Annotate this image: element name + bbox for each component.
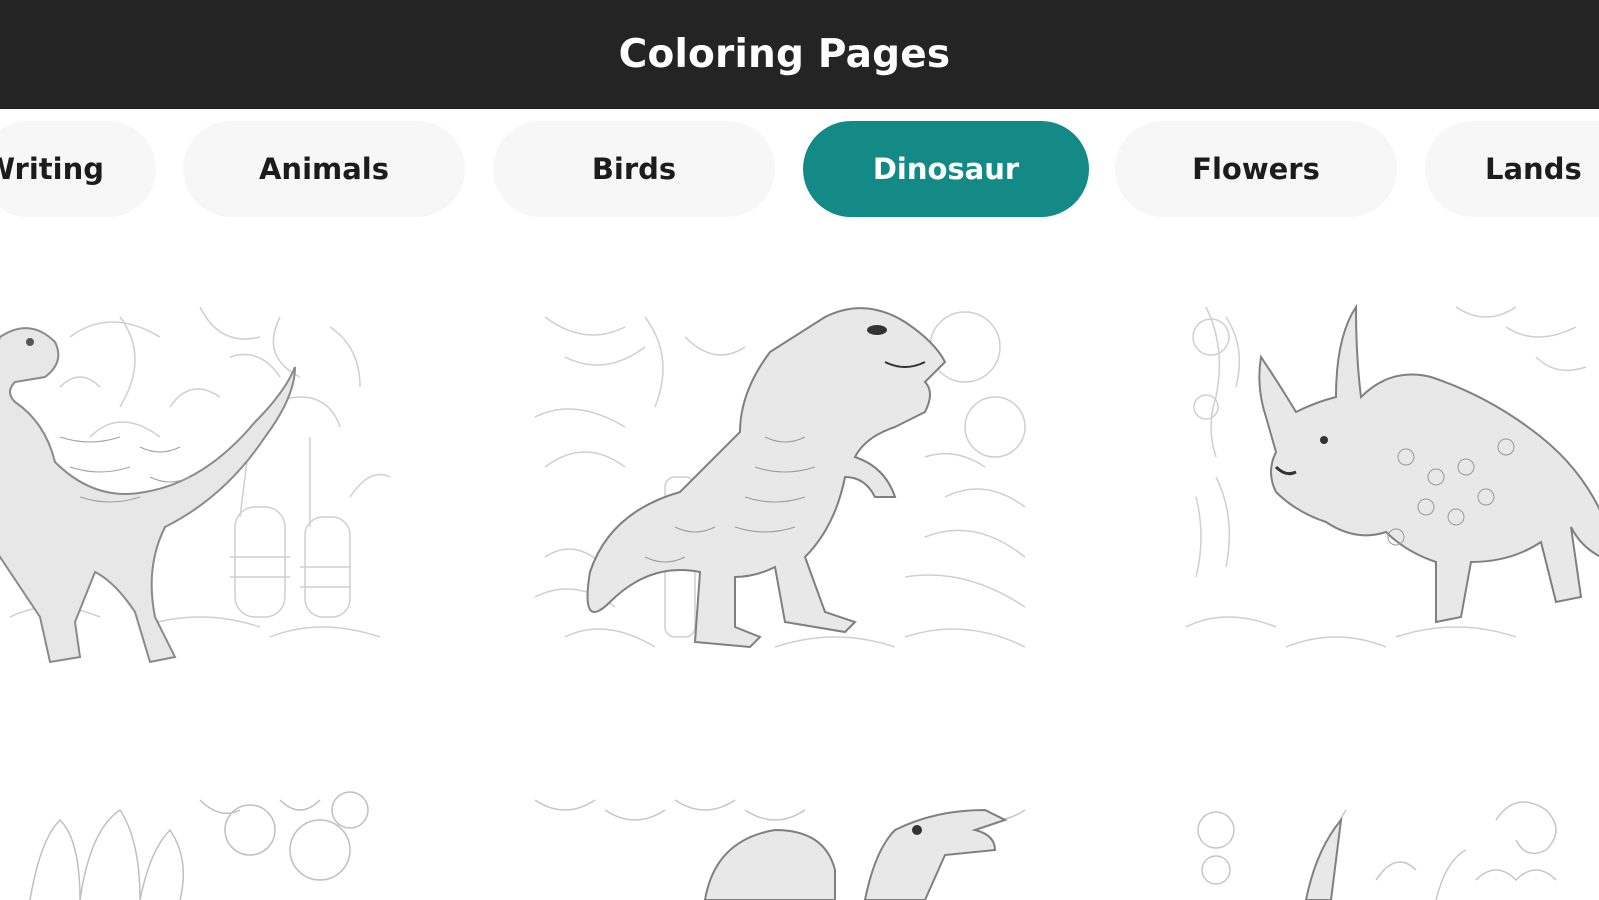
- tab-label: Dinosaur: [872, 152, 1020, 186]
- app-header: Coloring Pages: [0, 0, 1599, 109]
- t-rex-coloring-image: [534, 307, 1026, 649]
- crocodile-coloring-image: [534, 799, 1026, 900]
- tab-label: Birds: [591, 152, 677, 186]
- stegosaurus-coloring-image: [29, 791, 369, 900]
- page-title: Coloring Pages: [618, 32, 951, 77]
- tab-dinosaur[interactable]: Dinosaur: [803, 121, 1089, 217]
- velociraptor-coloring-image: [0, 306, 391, 664]
- tab-label: Lands: [1485, 152, 1582, 186]
- coloring-card-triceratops[interactable]: [1176, 297, 1599, 669]
- tab-label: Writing: [0, 152, 104, 186]
- tab-animals[interactable]: Animals: [183, 121, 465, 217]
- coloring-card-dinosaur[interactable]: [1176, 790, 1599, 900]
- tab-birds[interactable]: Birds: [493, 121, 775, 217]
- tab-writing[interactable]: Writing: [0, 121, 156, 217]
- tab-lands[interactable]: Lands: [1425, 121, 1599, 217]
- coloring-card-crocodile[interactable]: [525, 790, 1043, 900]
- category-tabs: Writing Animals Birds Dinosaur Flowers L…: [0, 109, 1599, 231]
- tab-label: Flowers: [1192, 152, 1320, 186]
- coloring-card-velociraptor[interactable]: [0, 297, 393, 669]
- tab-flowers[interactable]: Flowers: [1115, 121, 1397, 217]
- coloring-card-stegosaurus[interactable]: [0, 790, 393, 900]
- dinosaur-coloring-image: [1197, 801, 1557, 900]
- coloring-card-t-rex[interactable]: [525, 297, 1043, 669]
- tab-label: Animals: [258, 152, 390, 186]
- triceratops-coloring-image: [1185, 303, 1599, 648]
